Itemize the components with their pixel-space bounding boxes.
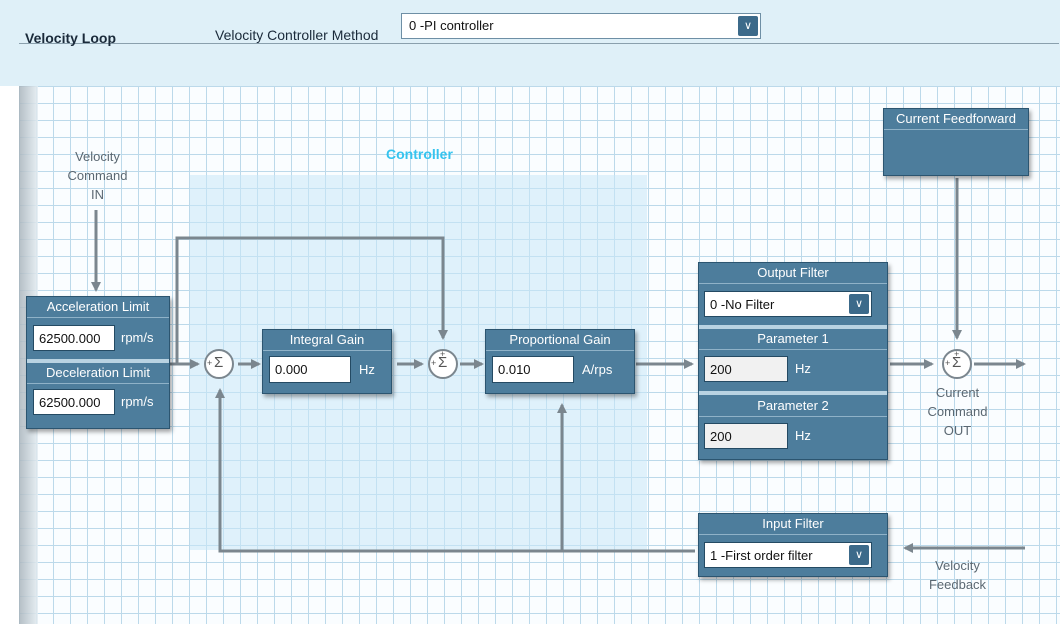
output-filter-title: Output Filter <box>699 263 887 284</box>
input-filter-value: 1 -First order filter <box>710 548 813 563</box>
decel-limit-unit: rpm/s <box>121 394 154 409</box>
proportional-gain-unit: A/rps <box>582 362 613 377</box>
sigma-icon: Σ <box>952 354 962 371</box>
parameter-2-unit: Hz <box>795 428 811 443</box>
sigma-icon: Σ <box>214 354 224 371</box>
proportional-gain-block: Proportional Gain 0.010 A/rps <box>485 329 635 394</box>
summing-junction-2: + + Σ <box>428 349 458 379</box>
current-feedforward-title: Current Feedforward <box>884 109 1028 130</box>
summing-junction-1: + Σ <box>204 349 234 379</box>
output-filter-select[interactable]: 0 -No Filter ∨ <box>704 291 872 317</box>
decel-limit-title: Deceleration Limit <box>27 363 169 384</box>
proportional-gain-title: Proportional Gain <box>486 330 634 351</box>
integral-gain-unit: Hz <box>359 362 375 377</box>
input-filter-block: Input Filter 1 -First order filter ∨ <box>698 513 888 577</box>
parameter-1-unit: Hz <box>795 361 811 376</box>
current-feedforward-block[interactable]: Current Feedforward <box>883 108 1029 176</box>
chevron-down-icon[interactable]: ∨ <box>849 545 869 565</box>
accel-limit-unit: rpm/s <box>121 330 154 345</box>
parameter-2-title: Parameter 2 <box>699 396 887 417</box>
input-filter-select[interactable]: 1 -First order filter ∨ <box>704 542 872 568</box>
integral-gain-title: Integral Gain <box>263 330 391 351</box>
chevron-down-icon[interactable]: ∨ <box>849 294 869 314</box>
output-filter-separator-2 <box>699 391 887 395</box>
output-filter-value: 0 -No Filter <box>710 297 775 312</box>
summing-junction-3: + + Σ <box>942 349 972 379</box>
parameter-1-input[interactable]: 200 <box>704 356 788 382</box>
accel-limit-title: Acceleration Limit <box>27 297 169 318</box>
plus-sign: + <box>431 358 437 368</box>
feedback-to-sum1-wire <box>215 388 695 553</box>
sigma-icon: Σ <box>438 354 448 371</box>
proportional-gain-input[interactable]: 0.010 <box>492 356 574 383</box>
parameter-1-title: Parameter 1 <box>699 329 887 350</box>
accel-limit-input[interactable]: 62500.000 <box>33 325 115 351</box>
parameter-2-input[interactable]: 200 <box>704 423 788 449</box>
integral-gain-input[interactable]: 0.000 <box>269 356 351 383</box>
input-filter-title: Input Filter <box>699 514 887 535</box>
output-filter-block: Output Filter 0 -No Filter ∨ Parameter 1… <box>698 262 888 460</box>
limit-block: Acceleration Limit 62500.000 rpm/s Decel… <box>26 296 170 429</box>
decel-limit-input[interactable]: 62500.000 <box>33 389 115 415</box>
integral-gain-block: Integral Gain 0.000 Hz <box>262 329 392 394</box>
plus-sign: + <box>945 358 951 368</box>
plus-sign: + <box>207 358 213 368</box>
